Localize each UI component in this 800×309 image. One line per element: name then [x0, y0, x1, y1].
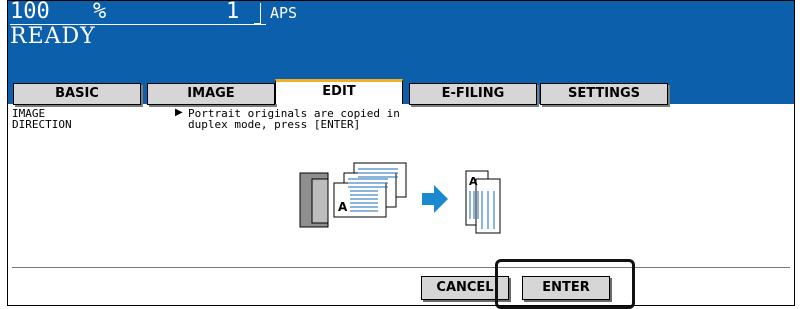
feeder-icon: A [299, 162, 407, 228]
message-bullet: ▶ [175, 107, 183, 118]
copy-count: 1 [226, 0, 240, 24]
svg-text:A: A [469, 175, 478, 188]
arrow-right-icon [422, 185, 448, 213]
svg-text:A: A [338, 200, 348, 214]
zoom-value: 100 [10, 0, 50, 24]
copy-count-bracket [254, 3, 261, 24]
tab-settings[interactable]: SETTINGS [540, 83, 668, 105]
section-label: IMAGE DIRECTION [12, 107, 72, 131]
tab-basic[interactable]: BASIC [13, 83, 141, 105]
tab-e-filing[interactable]: E-FILING [409, 83, 537, 105]
paper-mode: APS [270, 4, 298, 22]
enter-highlight-frame [495, 259, 635, 309]
footer-divider [12, 267, 790, 268]
instruction-message: Portrait originals are copied in duplex … [188, 107, 400, 131]
zoom-percent-sign: % [93, 0, 107, 24]
duplex-output-icon: A [465, 170, 501, 234]
duplex-illustration: A A [299, 162, 501, 234]
machine-status: READY [10, 24, 96, 49]
copier-screen: 100 % 1 APS READY BASIC IMAGE EDIT E-FIL… [7, 0, 795, 306]
tab-image[interactable]: IMAGE [147, 83, 275, 105]
status-header: 100 % 1 APS READY BASIC IMAGE EDIT E-FIL… [8, 0, 794, 105]
tab-edit[interactable]: EDIT [275, 79, 403, 104]
